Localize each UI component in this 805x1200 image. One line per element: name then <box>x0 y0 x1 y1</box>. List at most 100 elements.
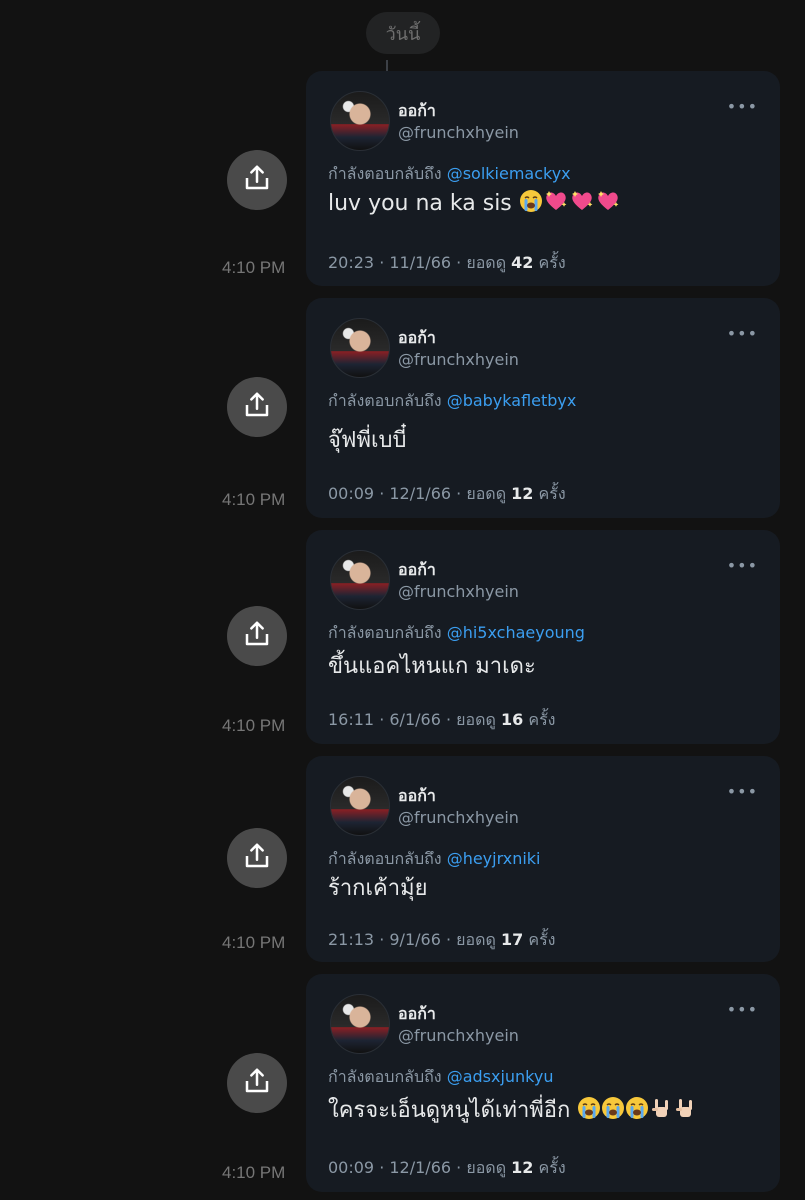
tweet-text-content: ใครจะเอ็นดูหนูได้เท่าพี่อีก <box>328 1098 571 1123</box>
views-label: ยอดดู <box>456 930 496 949</box>
date-separator: วันนี้ <box>366 12 440 54</box>
reply-context: กำลังตอบกลับถึง @babykafletbyx <box>328 389 576 414</box>
avatar[interactable] <box>330 550 390 610</box>
tweet-text-content: จุ๊ฟพี่เบบี๋ <box>328 428 407 453</box>
times-label: ครั้ง <box>538 253 566 272</box>
sparkling-heart-icon <box>543 189 569 219</box>
reply-mention-link[interactable]: @heyjrxniki <box>447 849 541 868</box>
reply-prefix: กำลังตอบกลับถึง <box>328 391 442 410</box>
reply-mention-link[interactable]: @babykafletbyx <box>447 391 577 410</box>
tweet-datetime: 20:23 · 11/1/66 · <box>328 253 462 272</box>
tweet-text-content: ขึ้นแอคไหนแก มาเดะ <box>328 654 536 679</box>
tweet-meta: 20:23 · 11/1/66 · ยอดดู 42 ครั้ง <box>328 251 566 276</box>
author-handle: @frunchxhyein <box>398 123 519 142</box>
tweet-text-content: luv you na ka sis <box>328 191 512 216</box>
times-label: ครั้ง <box>528 930 556 949</box>
loudly-crying-face-icon <box>577 1096 601 1126</box>
shared-tweet-card[interactable]: ออก้า @frunchxhyein ••• กำลังตอบกลับถึง @hi… <box>306 530 780 744</box>
views-count: 16 <box>501 710 524 729</box>
views-label: ยอดดู <box>466 253 507 272</box>
message-timestamp: 4:10 PM <box>222 258 286 277</box>
tweet-text: luv you na ka sis <box>328 189 621 219</box>
share-button[interactable] <box>227 377 287 437</box>
message-timestamp: 4:10 PM <box>222 933 286 952</box>
share-button[interactable] <box>227 606 287 666</box>
author-handle: @frunchxhyein <box>398 582 519 601</box>
loudly-crying-face-icon <box>601 1096 625 1126</box>
author-handle: @frunchxhyein <box>398 350 519 369</box>
author-name: ออก้า <box>398 1004 436 1023</box>
author-handle: @frunchxhyein <box>398 808 519 827</box>
times-label: ครั้ง <box>538 1158 566 1177</box>
tweet-text: จุ๊ฟพี่เบบี๋ <box>328 422 406 457</box>
tweet-meta: 16:11 · 6/1/66 · ยอดดู 16 ครั้ง <box>328 708 555 733</box>
author-name: ออก้า <box>398 560 436 579</box>
reply-prefix: กำลังตอบกลับถึง <box>328 623 442 642</box>
share-icon <box>242 163 272 197</box>
views-label: ยอดดู <box>466 1158 507 1177</box>
message-timestamp: 4:10 PM <box>222 1163 286 1182</box>
tweet-datetime: 00:09 · 12/1/66 · <box>328 1158 462 1177</box>
shared-tweet-card[interactable]: ออก้า @frunchxhyein ••• กำลังตอบกลับถึง @ad… <box>306 974 780 1192</box>
date-label: วันนี้ <box>385 23 421 45</box>
avatar[interactable] <box>330 91 390 151</box>
tweet-meta: 00:09 · 12/1/66 · ยอดดู 12 ครั้ง <box>328 1156 566 1181</box>
loudly-crying-face-icon <box>625 1096 649 1126</box>
author-handle: @frunchxhyein <box>398 1026 519 1045</box>
tweet-text-content: ร้ากเค้ามุ้ย <box>328 876 428 901</box>
share-button[interactable] <box>227 828 287 888</box>
reply-mention-link[interactable]: @solkiemackyx <box>447 164 571 183</box>
tweet-datetime: 00:09 · 12/1/66 · <box>328 484 462 503</box>
tweet-text: ขึ้นแอคไหนแก มาเดะ <box>328 648 536 683</box>
tweet-meta: 21:13 · 9/1/66 · ยอดดู 17 ครั้ง <box>328 928 555 953</box>
more-options-icon[interactable]: ••• <box>727 782 758 801</box>
tweet-text: ใครจะเอ็นดูหนูได้เท่าพี่อีก <box>328 1092 697 1127</box>
tweet-datetime: 16:11 · 6/1/66 · <box>328 710 452 729</box>
reply-mention-link[interactable]: @adsxjunkyu <box>447 1067 554 1086</box>
views-label: ยอดดู <box>466 484 507 503</box>
shared-tweet-card[interactable]: ออก้า @frunchxhyein ••• กำลังตอบกลับถึง @ba… <box>306 298 780 518</box>
avatar[interactable] <box>330 318 390 378</box>
reply-prefix: กำลังตอบกลับถึง <box>328 849 442 868</box>
author-name: ออก้า <box>398 328 436 347</box>
reply-context: กำลังตอบกลับถึง @heyjrxniki <box>328 847 541 872</box>
more-options-icon[interactable]: ••• <box>727 556 758 575</box>
avatar[interactable] <box>330 994 390 1054</box>
reply-context: กำลังตอบกลับถึง @hi5xchaeyoung <box>328 621 585 646</box>
views-count: 17 <box>501 930 524 949</box>
share-icon <box>242 1066 272 1100</box>
views-count: 42 <box>511 253 534 272</box>
times-label: ครั้ง <box>538 484 566 503</box>
views-count: 12 <box>511 484 534 503</box>
reply-prefix: กำลังตอบกลับถึง <box>328 164 442 183</box>
views-label: ยอดดู <box>456 710 496 729</box>
share-button[interactable] <box>227 150 287 210</box>
share-icon <box>242 390 272 424</box>
tweet-text: ร้ากเค้ามุ้ย <box>328 870 427 905</box>
reply-prefix: กำลังตอบกลับถึง <box>328 1067 442 1086</box>
message-timestamp: 4:10 PM <box>222 490 286 509</box>
sign-of-the-horns-icon <box>649 1096 673 1126</box>
avatar[interactable] <box>330 776 390 836</box>
reply-context: กำลังตอบกลับถึง @adsxjunkyu <box>328 1065 553 1090</box>
times-label: ครั้ง <box>528 710 556 729</box>
tweet-meta: 00:09 · 12/1/66 · ยอดดู 12 ครั้ง <box>328 482 566 507</box>
shared-tweet-card[interactable]: ออก้า @frunchxhyein ••• กำลังตอบกลับถึง @so… <box>306 71 780 286</box>
share-icon <box>242 619 272 653</box>
sign-of-the-horns-icon <box>673 1096 697 1126</box>
sparkling-heart-icon <box>595 189 621 219</box>
more-options-icon[interactable]: ••• <box>727 324 758 343</box>
shared-tweet-card[interactable]: ออก้า @frunchxhyein ••• กำลังตอบกลับถึง @he… <box>306 756 780 962</box>
more-options-icon[interactable]: ••• <box>727 97 758 116</box>
message-timestamp: 4:10 PM <box>222 716 286 735</box>
author-name: ออก้า <box>398 101 436 120</box>
reply-mention-link[interactable]: @hi5xchaeyoung <box>447 623 585 642</box>
views-count: 12 <box>511 1158 534 1177</box>
share-icon <box>242 841 272 875</box>
loudly-crying-face-icon <box>519 189 543 219</box>
reply-context: กำลังตอบกลับถึง @solkiemackyx <box>328 162 571 187</box>
sparkling-heart-icon <box>569 189 595 219</box>
more-options-icon[interactable]: ••• <box>727 1000 758 1019</box>
share-button[interactable] <box>227 1053 287 1113</box>
author-name: ออก้า <box>398 786 436 805</box>
